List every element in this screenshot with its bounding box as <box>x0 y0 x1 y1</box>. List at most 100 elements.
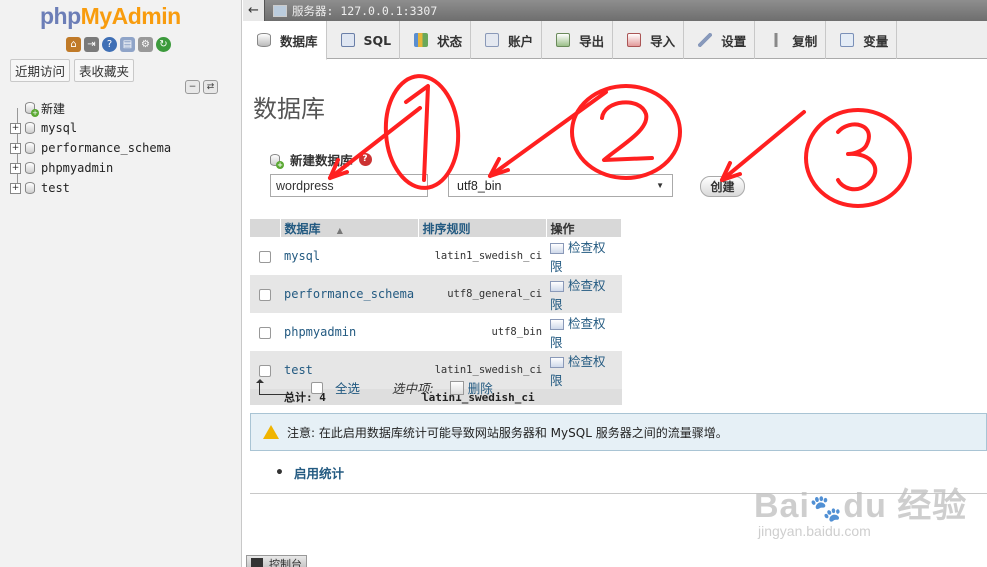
expand-icon[interactable]: + <box>10 182 21 194</box>
docs-icon[interactable]: ▤ <box>120 37 135 52</box>
server-icon <box>273 4 287 17</box>
tree-controls: − ⇄ <box>185 80 218 94</box>
table-row: performance_schema utf8_general_ci 检查权限 <box>250 275 622 313</box>
database-icon <box>24 121 36 135</box>
link-with-main-icon[interactable]: ⇄ <box>203 80 218 94</box>
collation-value: latin1_swedish_ci <box>418 237 547 275</box>
baidu-jingyan-watermark: Bai🐾du 经验 jingyan.baidu.com <box>754 487 968 539</box>
privileges-icon[interactable] <box>550 281 565 292</box>
tab-variables[interactable]: 变量 <box>826 21 898 59</box>
expand-icon[interactable]: + <box>10 162 21 174</box>
column-header-action: 操作 <box>546 219 623 237</box>
recent-tab[interactable]: 近期访问 <box>10 59 71 82</box>
enable-statistics-item: • 启用统计 <box>275 463 344 482</box>
notice-text: 注意: 在此启用数据库统计可能导致网站服务器和 MySQL 服务器之间的流量骤增… <box>287 425 728 440</box>
table-row: mysql latin1_swedish_ci 检查权限 <box>250 237 622 275</box>
help-icon[interactable]: ? <box>358 153 372 166</box>
database-icon <box>257 33 271 47</box>
nav-tabs: 近期访问 表收藏夹 <box>10 59 135 82</box>
tree-item-mysql[interactable]: + mysql <box>10 118 171 138</box>
new-database-icon: + <box>24 101 39 117</box>
delete-icon[interactable] <box>449 380 464 395</box>
row-checkbox[interactable] <box>259 250 271 263</box>
select-all-link[interactable]: 全选 <box>335 378 360 397</box>
gear-icon[interactable]: ⚙ <box>138 37 153 52</box>
tab-status[interactable]: 状态 <box>400 21 472 59</box>
row-checkbox[interactable] <box>259 326 271 339</box>
tab-import[interactable]: 导入 <box>613 21 685 59</box>
warning-icon <box>263 425 279 439</box>
database-link[interactable]: mysql <box>280 237 419 275</box>
database-icon <box>24 181 36 195</box>
column-header-collation[interactable]: 排序规则 <box>418 219 547 237</box>
tab-settings[interactable]: 设置 <box>684 21 756 59</box>
phpmyadmin-logo[interactable]: phpMyAdmin <box>40 3 181 30</box>
expand-icon[interactable]: + <box>10 142 21 154</box>
sql-icon <box>340 33 355 47</box>
help-icon[interactable]: ? <box>102 37 117 52</box>
row-checkbox[interactable] <box>259 288 271 301</box>
page-title: 数据库 <box>253 95 325 123</box>
home-icon[interactable]: ⌂ <box>66 37 81 52</box>
export-icon <box>556 33 571 47</box>
collation-value: utf8_bin <box>418 313 547 351</box>
server-label[interactable]: 服务器: 127.0.0.1:3307 <box>292 3 437 19</box>
sort-asc-icon: ▲ <box>336 225 343 235</box>
status-icon <box>414 33 429 47</box>
table-header: 数据库 ▲ 排序规则 操作 <box>250 219 623 237</box>
collation-select[interactable]: utf8_bin ▼ <box>448 174 673 197</box>
paw-icon: 🐾 <box>809 493 844 523</box>
with-selected-label: 选中项: <box>392 381 434 396</box>
tab-databases[interactable]: 数据库 <box>243 21 327 60</box>
delete-link[interactable]: 删除 <box>468 378 493 397</box>
new-database-icon: + <box>269 153 284 169</box>
logout-icon[interactable]: ⇥ <box>84 37 99 52</box>
tree-item-label: performance_schema <box>41 141 172 155</box>
top-tabs: 数据库 SQL 状态 账户 导出 导入 设置 复制 变量 <box>243 21 987 60</box>
import-icon <box>627 33 642 47</box>
tab-export[interactable]: 导出 <box>542 21 614 59</box>
database-icon <box>24 161 36 175</box>
tree-item-new[interactable]: + 新建 <box>10 98 171 118</box>
tab-accounts[interactable]: 账户 <box>471 21 543 59</box>
tree-item-phpmyadmin[interactable]: + phpmyadmin <box>10 158 171 178</box>
table-row: phpmyadmin utf8_bin 检查权限 <box>250 313 622 351</box>
arrow-up-icon <box>256 378 287 395</box>
database-link[interactable]: performance_schema <box>280 275 419 313</box>
server-breadcrumb: ← 服务器: 127.0.0.1:3307 <box>243 0 987 21</box>
tree-item-label: phpmyadmin <box>41 161 114 175</box>
users-icon <box>485 33 500 47</box>
collation-value: utf8_general_ci <box>418 275 547 313</box>
row-checkbox[interactable] <box>259 364 271 377</box>
create-button[interactable]: 创建 <box>700 176 745 197</box>
tab-replication[interactable]: 复制 <box>755 21 827 59</box>
column-header-database[interactable]: 数据库 ▲ <box>280 219 419 237</box>
nav-icon-bar: ⌂ ⇥ ? ▤ ⚙ ↻ <box>66 37 171 52</box>
notice-box: 注意: 在此启用数据库统计可能导致网站服务器和 MySQL 服务器之间的流量骤增… <box>250 413 987 451</box>
tree-item-test[interactable]: + test <box>10 178 171 198</box>
reload-icon[interactable]: ↻ <box>156 37 171 52</box>
database-name-input[interactable]: wordpress <box>270 174 428 197</box>
console-toggle[interactable]: 控制台 <box>246 555 307 567</box>
chevron-down-icon: ▼ <box>656 181 664 190</box>
privileges-icon[interactable] <box>550 319 565 330</box>
tree-item-label: test <box>41 181 70 195</box>
tree-item-label: mysql <box>41 121 78 135</box>
expand-icon[interactable]: + <box>10 122 21 134</box>
privileges-icon[interactable] <box>550 243 565 254</box>
navigation-panel: phpMyAdmin ⌂ ⇥ ? ▤ ⚙ ↻ 近期访问 表收藏夹 − ⇄ + 新… <box>0 0 242 567</box>
database-icon <box>24 141 36 155</box>
database-link[interactable]: phpmyadmin <box>280 313 419 351</box>
tree-item-performance-schema[interactable]: + performance_schema <box>10 138 171 158</box>
select-all-checkbox[interactable] <box>311 381 323 394</box>
replication-icon <box>769 33 784 47</box>
tab-sql[interactable]: SQL <box>327 21 401 59</box>
tree-item-label: 新建 <box>41 101 66 116</box>
create-database-label: + 新建数据库 ? <box>269 150 372 169</box>
collapse-all-icon[interactable]: − <box>185 80 200 94</box>
privileges-icon[interactable] <box>550 357 565 368</box>
variables-icon <box>840 33 855 47</box>
favorites-tab[interactable]: 表收藏夹 <box>74 59 135 82</box>
enable-statistics-link[interactable]: 启用统计 <box>294 463 344 482</box>
back-arrow-icon[interactable]: ← <box>243 0 265 21</box>
